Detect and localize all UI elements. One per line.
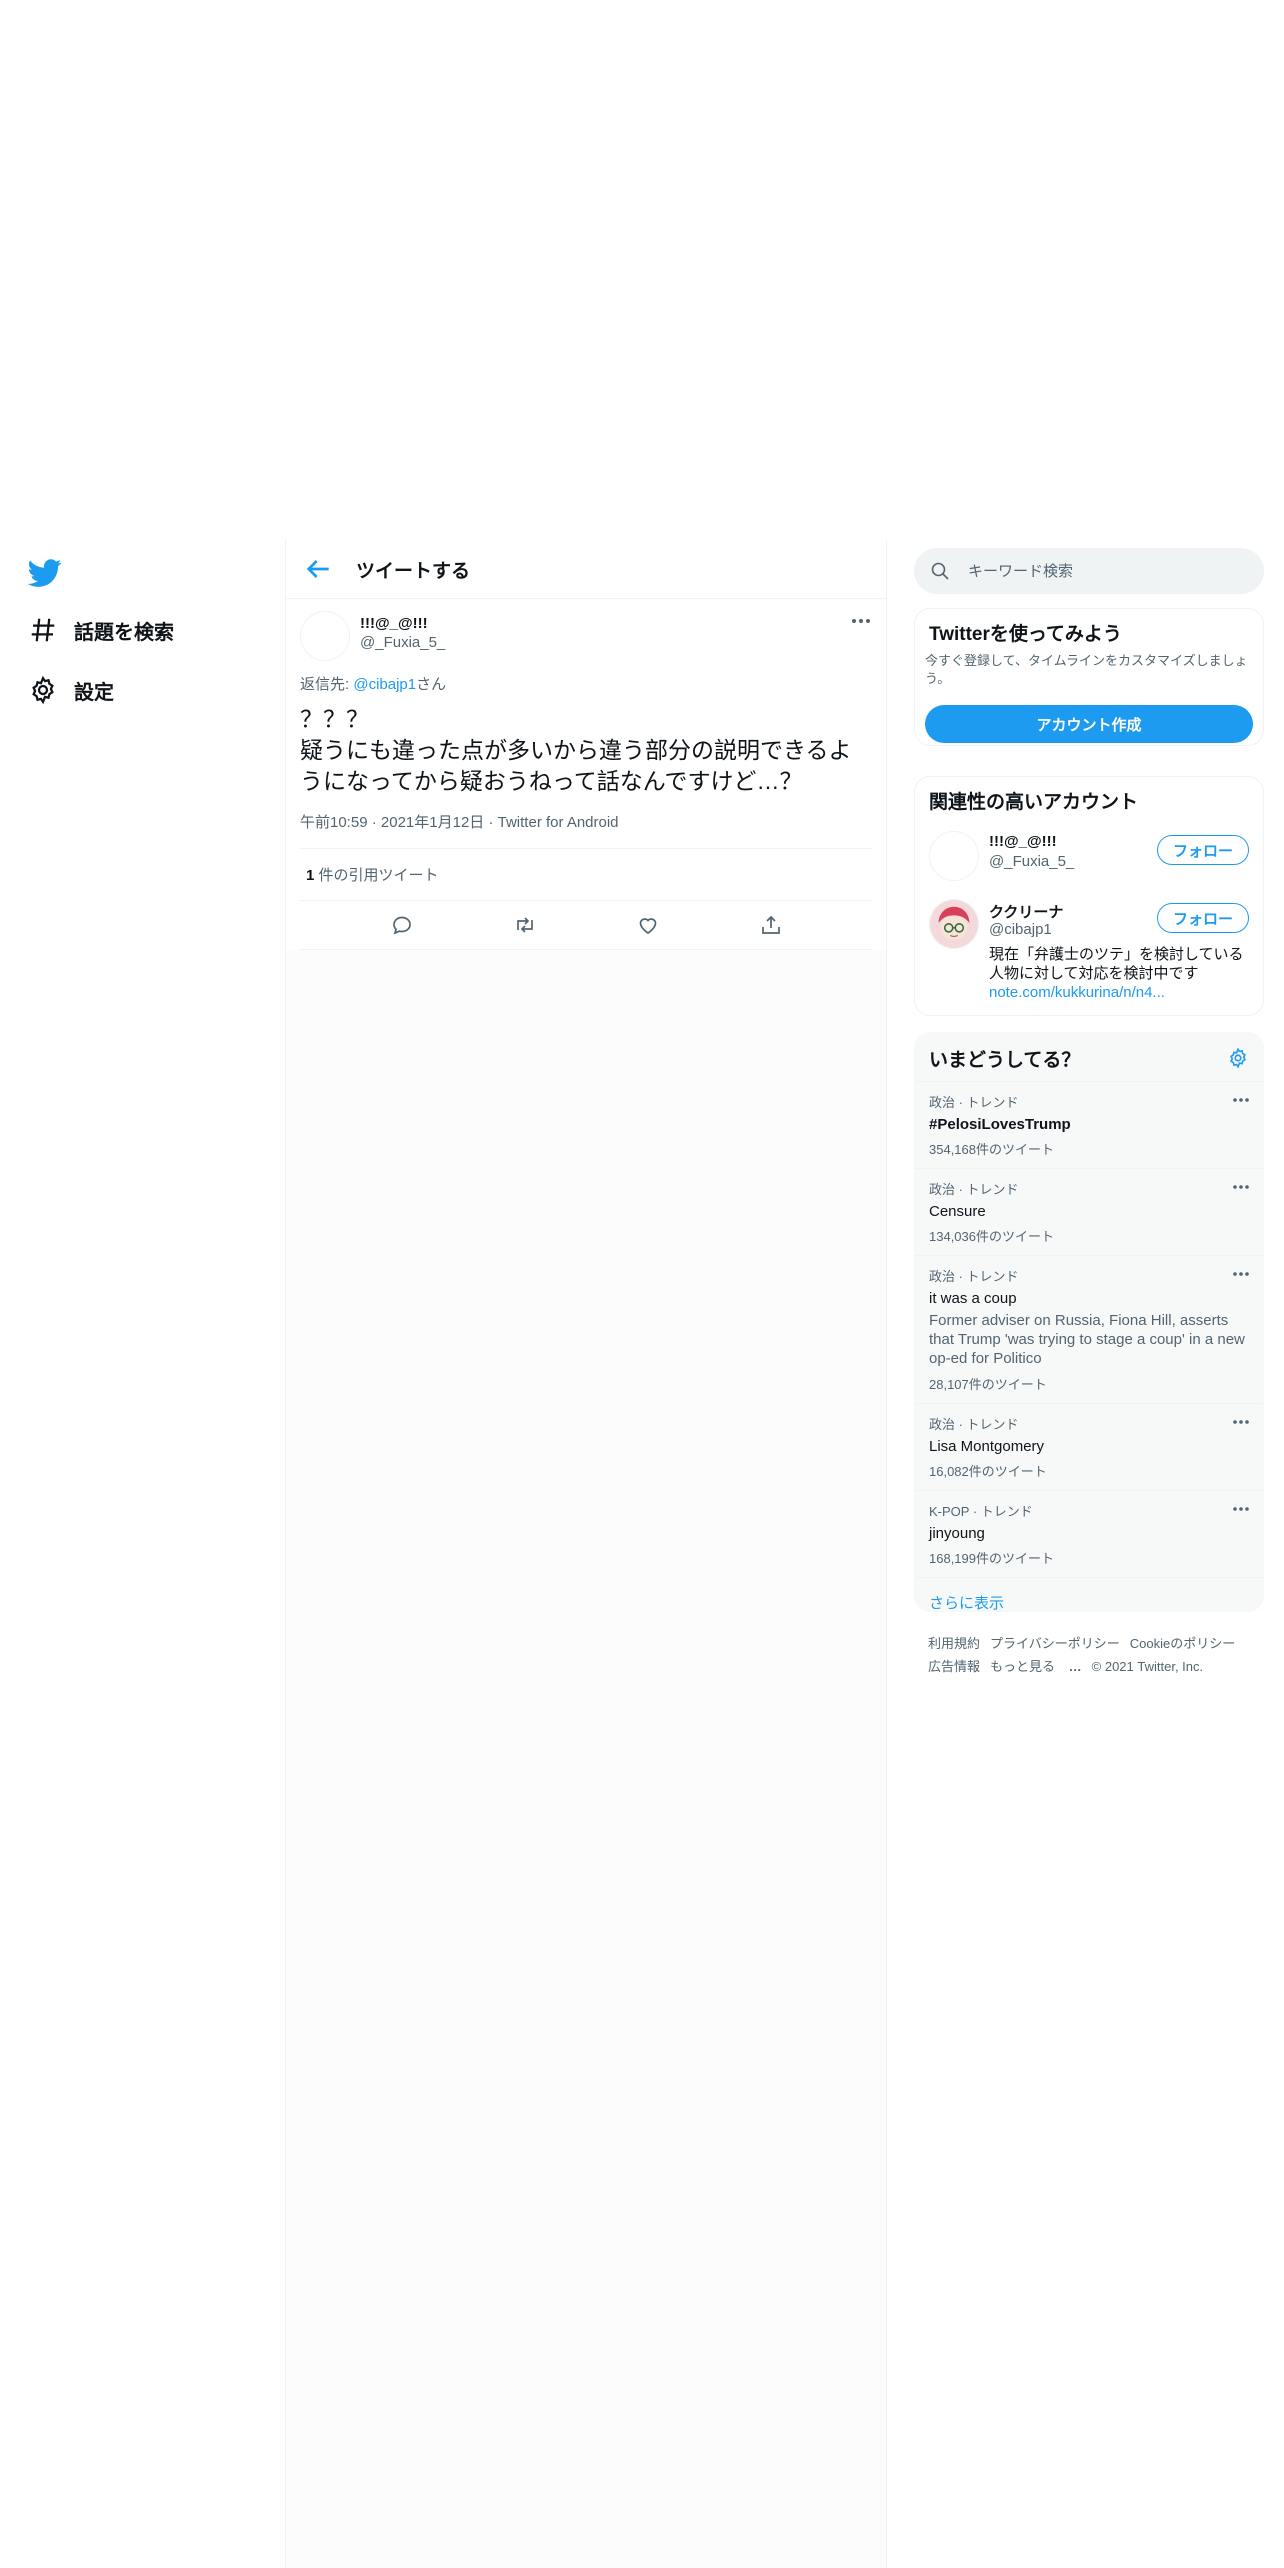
author-name[interactable]: !!!@_@!!! (360, 615, 445, 632)
tweet-column: ツイートする !!!@_@!!! @_Fuxia_5_ 返信先: @cibajp… (285, 540, 887, 2568)
page-title: ツイートする (356, 560, 471, 582)
reply-to: 返信先: @cibajp1さん (300, 673, 872, 694)
footer-more-link[interactable]: もっと見る … (990, 1659, 1082, 1674)
trend-name: #PelosiLovesTrump (929, 1116, 1071, 1133)
search-input[interactable] (966, 561, 1230, 581)
avatar[interactable] (929, 831, 979, 881)
account-handle[interactable]: @cibajp1 (989, 921, 1052, 938)
trend-count: 16,082件のツイート (929, 1464, 1047, 1479)
trend-category: 政治 · トレンド (929, 1182, 1019, 1197)
trend-category: 政治 · トレンド (929, 1417, 1019, 1432)
retweet-icon[interactable] (513, 913, 537, 937)
trend-item[interactable]: 政治 · トレンド Lisa Montgomery 16,082件のツイート (915, 1404, 1263, 1491)
trend-category: 政治 · トレンド (929, 1095, 1019, 1110)
trend-count: 28,107件のツイート (929, 1377, 1047, 1392)
reply-suffix: さん (416, 676, 447, 693)
tweet-time[interactable]: 午前10:59 (300, 814, 368, 831)
share-icon[interactable] (759, 913, 783, 937)
account-item[interactable]: ククリーナ @cibajp1 フォロー 現在「弁護士のツテ」を検討している人物に… (929, 899, 1249, 1009)
trends-panel: いまどうしてる？ 政治 · トレンド #PelosiLovesTrump 354… (914, 1032, 1264, 1612)
show-more-link[interactable]: さらに表示 (915, 1578, 1263, 1627)
account-item[interactable]: !!!@_@!!! @_Fuxia_5_ フォロー (929, 831, 1249, 887)
avatar[interactable] (929, 899, 979, 949)
back-arrow-icon[interactable] (302, 553, 334, 585)
settings-gear-icon[interactable] (1227, 1047, 1249, 1069)
bio-link[interactable]: note.com/kukkurina/n/n4... (989, 984, 1165, 1001)
author-handle[interactable]: @_Fuxia_5_ (360, 634, 445, 651)
hashtag-icon (28, 615, 58, 645)
avatar[interactable] (300, 611, 350, 661)
account-name[interactable]: ククリーナ (989, 901, 1063, 922)
tweet: !!!@_@!!! @_Fuxia_5_ 返信先: @cibajp1さん ？？？… (286, 599, 886, 849)
signup-title: Twitterを使ってみよう (929, 624, 1122, 645)
trend-count: 168,199件のツイート (929, 1551, 1054, 1566)
trend-item[interactable]: 政治 · トレンド it was a coup Former adviser o… (915, 1256, 1263, 1404)
tweet-author[interactable]: !!!@_@!!! @_Fuxia_5_ (300, 599, 872, 661)
bio-text: 現在「弁護士のツテ」を検討している人物に対して対応を検討中です (989, 946, 1244, 982)
nav-settings-label: 設定 (74, 681, 114, 704)
trend-description: Former adviser on Russia, Fiona Hill, as… (929, 1312, 1245, 1367)
trend-category: 政治 · トレンド (929, 1269, 1019, 1284)
gear-icon (28, 675, 58, 705)
trend-name: Lisa Montgomery (929, 1438, 1045, 1455)
reply-prefix: 返信先: (300, 676, 354, 693)
account-handle[interactable]: @_Fuxia_5_ (989, 853, 1074, 870)
trends-title: いまどうしてる？ (929, 1050, 1081, 1071)
account-bio: 現在「弁護士のツテ」を検討している人物に対して対応を検討中です note.com/… (989, 945, 1251, 1002)
reply-icon[interactable] (390, 913, 414, 937)
trend-name: Censure (929, 1203, 986, 1220)
follow-button[interactable]: フォロー (1157, 903, 1249, 933)
footer-more-label: もっと見る (990, 1659, 1056, 1674)
nav-settings[interactable]: 設定 (28, 666, 114, 714)
more-options-icon[interactable] (1231, 1501, 1251, 1517)
trends-header: いまどうしてる？ (915, 1033, 1263, 1082)
account-name[interactable]: !!!@_@!!! (989, 833, 1057, 850)
nav-explore[interactable]: 話題を検索 (28, 606, 174, 654)
nav-explore-label: 話題を検索 (74, 621, 174, 644)
footer-terms-link[interactable]: 利用規約 (928, 1636, 980, 1651)
more-options-icon[interactable] (848, 611, 874, 631)
trend-count: 354,168件のツイート (929, 1142, 1054, 1157)
quote-tweets-link[interactable]: 1 件の引用ツイート (300, 849, 872, 901)
tweet-source[interactable]: Twitter for Android (498, 814, 619, 831)
tweet-header: ツイートする (286, 540, 886, 599)
trend-count: 134,036件のツイート (929, 1229, 1054, 1244)
tweet-panel: ツイートする !!!@_@!!! @_Fuxia_5_ 返信先: @cibajp… (286, 540, 886, 950)
trend-category: K-POP · トレンド (929, 1504, 1033, 1519)
footer: 利用規約 プライバシーポリシー Cookieのポリシー 広告情報 もっと見る … © 2… (928, 1632, 1258, 1678)
trend-item[interactable]: 政治 · トレンド Censure 134,036件のツイート (915, 1169, 1263, 1256)
follow-button[interactable]: フォロー (1157, 835, 1249, 865)
trend-name: it was a coup (929, 1290, 1017, 1307)
footer-ads-link[interactable]: 広告情報 (928, 1659, 980, 1674)
tweet-date[interactable]: 2021年1月12日 (381, 814, 484, 831)
search-bar[interactable] (914, 548, 1264, 594)
signup-panel: Twitterを使ってみよう 今すぐ登録して、タイムラインをカスタマイズしましょ… (914, 608, 1264, 746)
reply-handle-link[interactable]: @cibajp1 (353, 676, 416, 693)
trend-item[interactable]: K-POP · トレンド jinyoung 168,199件のツイート (915, 1491, 1263, 1578)
more-options-icon[interactable] (1231, 1092, 1251, 1108)
more-options-icon[interactable] (1231, 1414, 1251, 1430)
search-icon (930, 561, 950, 581)
tweet-meta: 午前10:59 · 2021年1月12日 · Twitter for Andro… (300, 811, 872, 849)
related-accounts-panel: 関連性の高いアカウント !!!@_@!!! @_Fuxia_5_ フォロー クク… (914, 776, 1264, 1016)
create-account-button[interactable]: アカウント作成 (925, 705, 1253, 743)
signup-subtitle: 今すぐ登録して、タイムラインをカスタマイズしましょう。 (925, 653, 1248, 686)
footer-cookie-link[interactable]: Cookieのポリシー (1130, 1636, 1235, 1651)
quote-label: 件の引用ツイート (314, 867, 439, 884)
twitter-logo-icon[interactable] (28, 556, 62, 590)
more-options-icon[interactable] (1231, 1266, 1251, 1282)
trend-item[interactable]: 政治 · トレンド #PelosiLovesTrump 354,168件のツイー… (915, 1082, 1263, 1169)
trend-name: jinyoung (929, 1525, 985, 1542)
like-icon[interactable] (636, 913, 660, 937)
footer-privacy-link[interactable]: プライバシーポリシー (990, 1636, 1120, 1651)
more-options-icon[interactable] (1231, 1179, 1251, 1195)
related-title: 関連性の高いアカウント (929, 792, 1139, 813)
footer-copyright: © 2021 Twitter, Inc. (1091, 1659, 1204, 1674)
tweet-actions (300, 901, 872, 950)
more-dots-icon: … (1068, 1659, 1082, 1674)
tweet-text: ？？？ 疑うにも違った点が多いから違う部分の説明できるようになってから疑おうねっ… (300, 706, 852, 794)
